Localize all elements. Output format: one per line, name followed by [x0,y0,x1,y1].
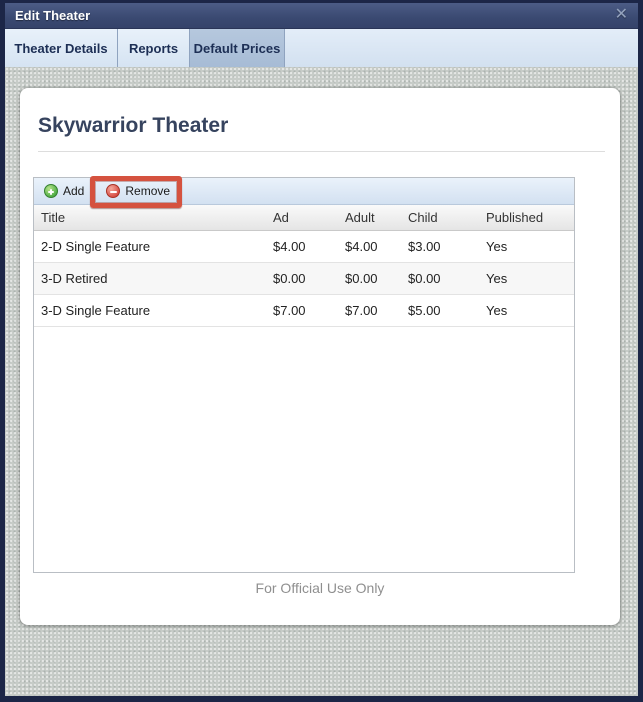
add-button-label: Add [63,184,84,198]
default-prices-table: Title Ad Adult Child Published 2-D Singl… [34,205,574,327]
tab-reports[interactable]: Reports [118,29,190,68]
add-icon [44,184,58,198]
cell-published: Yes [479,263,574,295]
column-header-title[interactable]: Title [34,205,266,231]
cell-title: 3-D Single Feature [34,295,266,327]
add-button[interactable]: Add [40,182,88,200]
column-header-published[interactable]: Published [479,205,574,231]
theater-name-heading: Skywarrior Theater [20,88,620,138]
tab-default-prices[interactable]: Default Prices [190,29,285,68]
cell-ad: $4.00 [266,231,338,263]
heading-divider [38,151,605,152]
cell-published: Yes [479,231,574,263]
column-header-adult[interactable]: Adult [338,205,401,231]
default-prices-panel: Skywarrior Theater Add Remove Title [20,88,620,625]
official-use-note: For Official Use Only [20,580,620,596]
cell-child: $0.00 [401,263,479,295]
close-icon[interactable]: ✕ [615,6,628,24]
cell-child: $3.00 [401,231,479,263]
cell-adult: $4.00 [338,231,401,263]
table-row[interactable]: 3-D Retired $0.00 $0.00 $0.00 Yes [34,263,574,295]
edit-theater-window: Edit Theater ✕ Theater Details Reports D… [0,0,643,702]
cell-title: 2-D Single Feature [34,231,266,263]
cell-child: $5.00 [401,295,479,327]
tab-theater-details[interactable]: Theater Details [5,29,118,68]
table-row[interactable]: 2-D Single Feature $4.00 $4.00 $3.00 Yes [34,231,574,263]
grid-toolbar: Add Remove [34,178,574,205]
window-title: Edit Theater [15,8,90,23]
tab-bar: Theater Details Reports Default Prices [5,29,638,69]
column-header-ad[interactable]: Ad [266,205,338,231]
window-titlebar: Edit Theater ✕ [5,3,638,29]
cell-published: Yes [479,295,574,327]
prices-grid: Add Remove Title Ad Adult Child Publishe… [33,177,575,573]
cell-ad: $0.00 [266,263,338,295]
cell-title: 3-D Retired [34,263,266,295]
table-row[interactable]: 3-D Single Feature $7.00 $7.00 $5.00 Yes [34,295,574,327]
table-header-row: Title Ad Adult Child Published [34,205,574,231]
remove-button[interactable]: Remove [102,182,174,200]
cell-adult: $7.00 [338,295,401,327]
column-header-child[interactable]: Child [401,205,479,231]
cell-ad: $7.00 [266,295,338,327]
remove-icon [106,184,120,198]
cell-adult: $0.00 [338,263,401,295]
remove-button-label: Remove [125,184,170,198]
